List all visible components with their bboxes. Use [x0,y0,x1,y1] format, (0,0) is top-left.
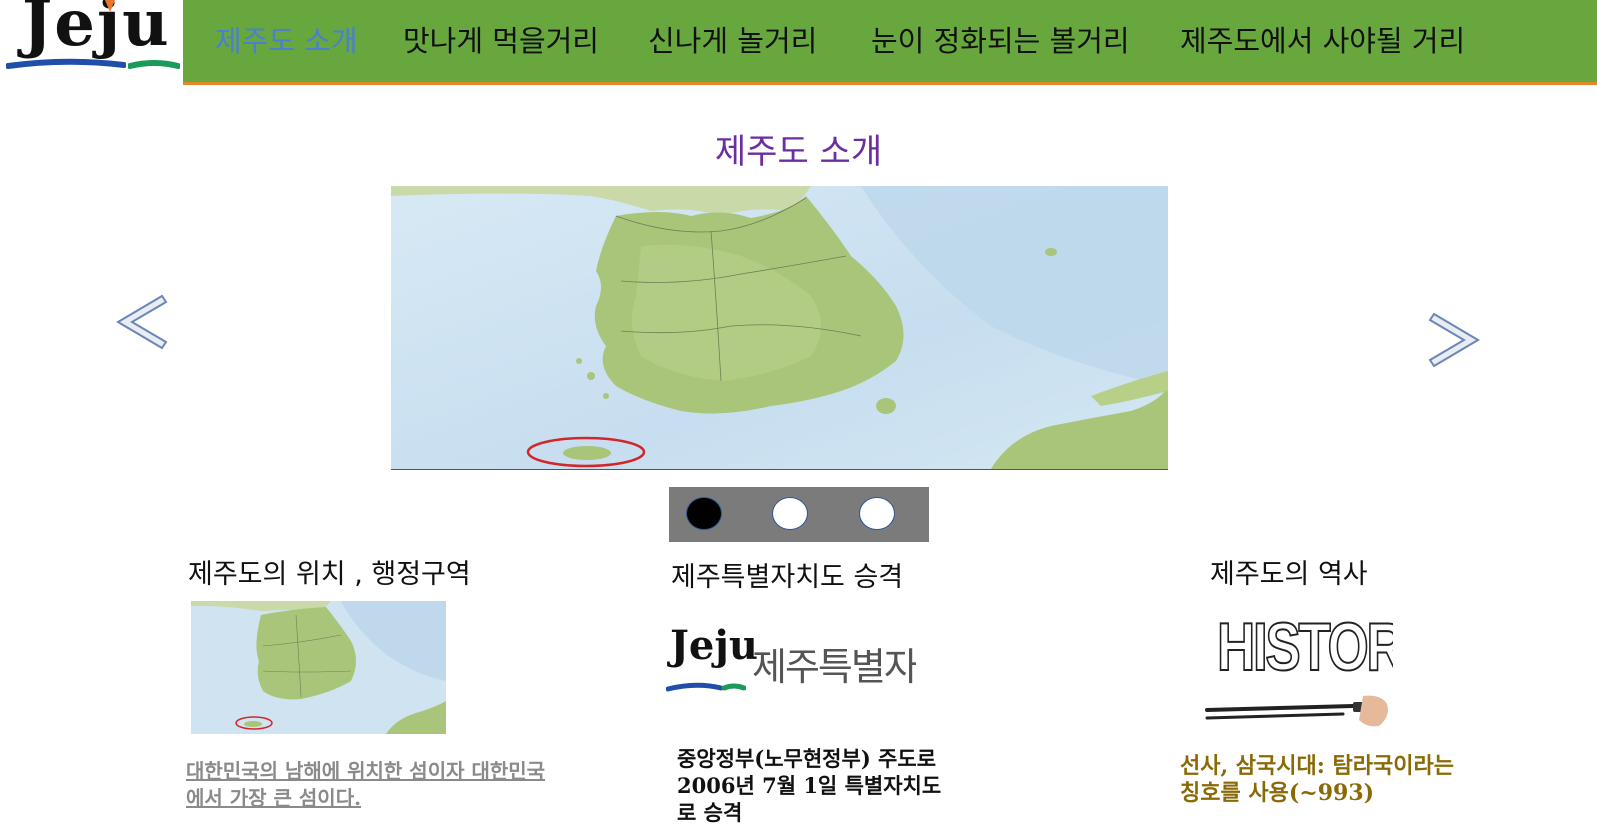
card-desc-special-province: 중앙정부(노무현정부) 주도로 2006년 7월 1일 특별자치도로 승격 [677,746,942,825]
nav-item-shopping[interactable]: 제주도에서 사야될 거리 [1180,18,1465,60]
carousel-next-button[interactable] [1428,312,1486,370]
card-desc-history: 선사, 삼국시대: 탐라국이라는 칭호를 사용(~993) [1180,753,1454,806]
carousel-dot-3[interactable] [859,497,895,530]
card-desc-location: 대한민국의 남해에 위치한 섬이자 대한민국에서 가장 큰 섬이다. [186,759,546,810]
nav-item-food[interactable]: 맛나게 먹을거리 [403,18,599,60]
carousel-dot-2[interactable] [772,497,808,530]
card-title-location: 제주도의 위치 , 행정구역 [188,559,471,590]
province-logo-word: Jeju [670,622,758,669]
special-province-logo-image[interactable]: Jeju 제주특별자치도 [664,612,916,722]
card-title-special-province: 제주특별자치도 승격 [671,562,904,593]
carousel-prev-button[interactable] [110,294,168,352]
logo-green-swash-icon [128,60,180,69]
card-title-history: 제주도의 역사 [1210,559,1368,590]
site-logo[interactable]: Jeju [0,0,183,84]
logo-accent-icon [105,0,115,12]
logo-text: Jeju [22,0,171,61]
marker-hand-icon [1205,695,1388,727]
main-nav: 제주도 소개 맛나게 먹을거리 신나게 놀거리 눈이 정화되는 볼거리 제주도에… [183,0,1597,85]
logo-blue-swash-icon [6,58,126,69]
location-map-thumbnail[interactable] [191,601,446,734]
province-logo-swash-icon [666,682,746,692]
nav-item-sights[interactable]: 눈이 정화되는 볼거리 [871,18,1130,60]
page-title: 제주도 소개 [714,132,883,172]
nav-item-activities[interactable]: 신나게 놀거리 [648,18,817,60]
carousel-dot-1[interactable] [686,497,722,530]
nav-item-jeju-intro[interactable]: 제주도 소개 [215,18,358,60]
carousel-map-image [391,186,1168,470]
history-image[interactable]: HISTORY [1203,606,1393,742]
province-logo-label: 제주특별자치도 [752,645,916,689]
history-word: HISTORY [1216,608,1393,686]
carousel-indicators [669,487,929,542]
